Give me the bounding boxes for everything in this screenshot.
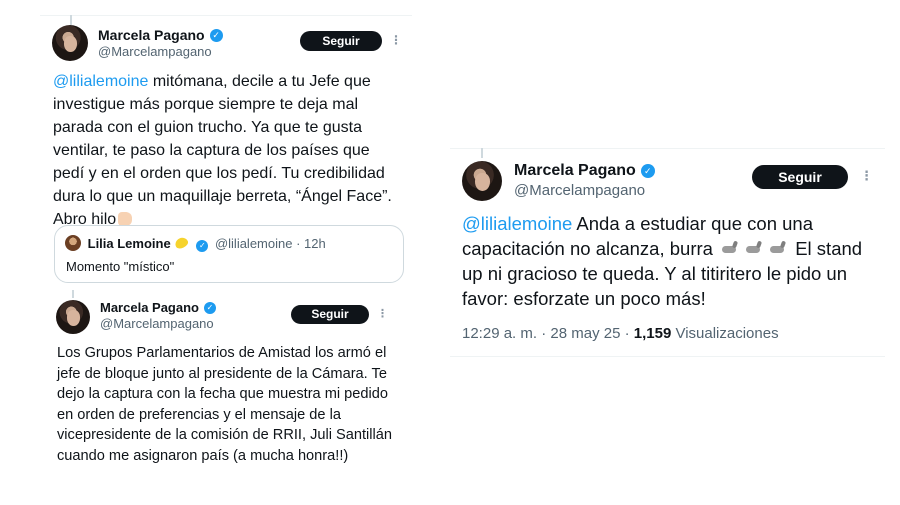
avatar[interactable] (52, 25, 88, 61)
author-name[interactable]: Marcela Pagano (100, 300, 199, 316)
author-handle[interactable]: @Marcelampagano (514, 182, 655, 200)
thread-line (70, 15, 72, 25)
timestamp[interactable]: 12:29 a. m. · 28 may 25 · (462, 325, 634, 342)
quoted-tweet-header: Lilia Lemoine ✓ @lilialemoine · 12h (65, 235, 326, 252)
more-icon[interactable]: ⋮ (390, 33, 402, 47)
lemon-icon (173, 235, 190, 251)
views-label: Visualizaciones (671, 325, 779, 342)
author-name[interactable]: Marcela Pagano (514, 161, 636, 180)
tweet-1: Marcela Pagano ✓ @Marcelampagano Seguir … (40, 15, 412, 285)
quoted-avatar (65, 235, 81, 251)
bottom-divider (450, 356, 885, 357)
more-icon[interactable]: ⋮ (860, 168, 873, 184)
top-divider (450, 148, 885, 149)
tweet-2: Marcela Pagano ✓ @Marcelampagano Seguir … (42, 290, 414, 490)
thread-line (481, 148, 483, 158)
thread-line (72, 290, 74, 298)
quoted-tweet[interactable]: Lilia Lemoine ✓ @lilialemoine · 12h Mome… (54, 225, 404, 283)
verified-badge-icon: ✓ (204, 301, 216, 314)
tweet-1-body: mitómana, decile a tu Jefe que investigu… (53, 73, 392, 228)
more-icon[interactable]: ⋮ (377, 307, 388, 320)
donkey-icon (768, 240, 788, 258)
tweet-3: Marcela Pagano ✓ @Marcelampagano Seguir … (450, 148, 885, 358)
tweet-1-text: @lilialemoine mitómana, decile a tu Jefe… (53, 70, 405, 231)
tweet-1-header: Marcela Pagano ✓ @Marcelampagano (52, 25, 223, 61)
donkey-icon (744, 240, 764, 258)
avatar[interactable] (462, 161, 502, 201)
top-divider (40, 15, 412, 16)
follow-button[interactable]: Seguir (291, 305, 369, 324)
author-block[interactable]: Marcela Pagano ✓ @Marcelampagano (100, 300, 216, 331)
quoted-text: Momento "místico" (66, 259, 175, 274)
author-block[interactable]: Marcela Pagano ✓ @Marcelampagano (514, 161, 655, 200)
donkey-icon (720, 240, 740, 258)
author-handle[interactable]: @Marcelampagano (98, 44, 223, 60)
quoted-time: · 12h (296, 236, 326, 251)
quoted-author-handle: @lilialemoine (214, 236, 293, 251)
follow-button[interactable]: Seguir (752, 165, 848, 189)
hand-pointing-icon (118, 212, 133, 226)
tweet-3-header: Marcela Pagano ✓ @Marcelampagano (462, 161, 655, 201)
verified-badge-icon: ✓ (640, 163, 655, 178)
avatar[interactable] (56, 300, 90, 334)
author-handle[interactable]: @Marcelampagano (100, 316, 216, 332)
quoted-author-name: Lilia Lemoine (87, 236, 171, 251)
mention-link[interactable]: @lilialemoine (462, 213, 572, 234)
tweet-2-text: Los Grupos Parlamentarios de Amistad los… (57, 345, 393, 464)
tweet-3-text: @lilialemoine Anda a estudiar que con un… (462, 211, 880, 311)
author-name[interactable]: Marcela Pagano (98, 27, 205, 44)
verified-badge-icon: ✓ (196, 240, 209, 252)
author-block[interactable]: Marcela Pagano ✓ @Marcelampagano (98, 27, 223, 59)
tweet-3-meta: 12:29 a. m. · 28 may 25 · 1,159 Visualiz… (462, 325, 779, 342)
verified-badge-icon: ✓ (209, 28, 223, 42)
tweet-2-header: Marcela Pagano ✓ @Marcelampagano (56, 300, 216, 334)
mention-link[interactable]: @lilialemoine (53, 73, 148, 90)
views-count: 1,159 (633, 325, 672, 342)
follow-button[interactable]: Seguir (300, 31, 382, 51)
